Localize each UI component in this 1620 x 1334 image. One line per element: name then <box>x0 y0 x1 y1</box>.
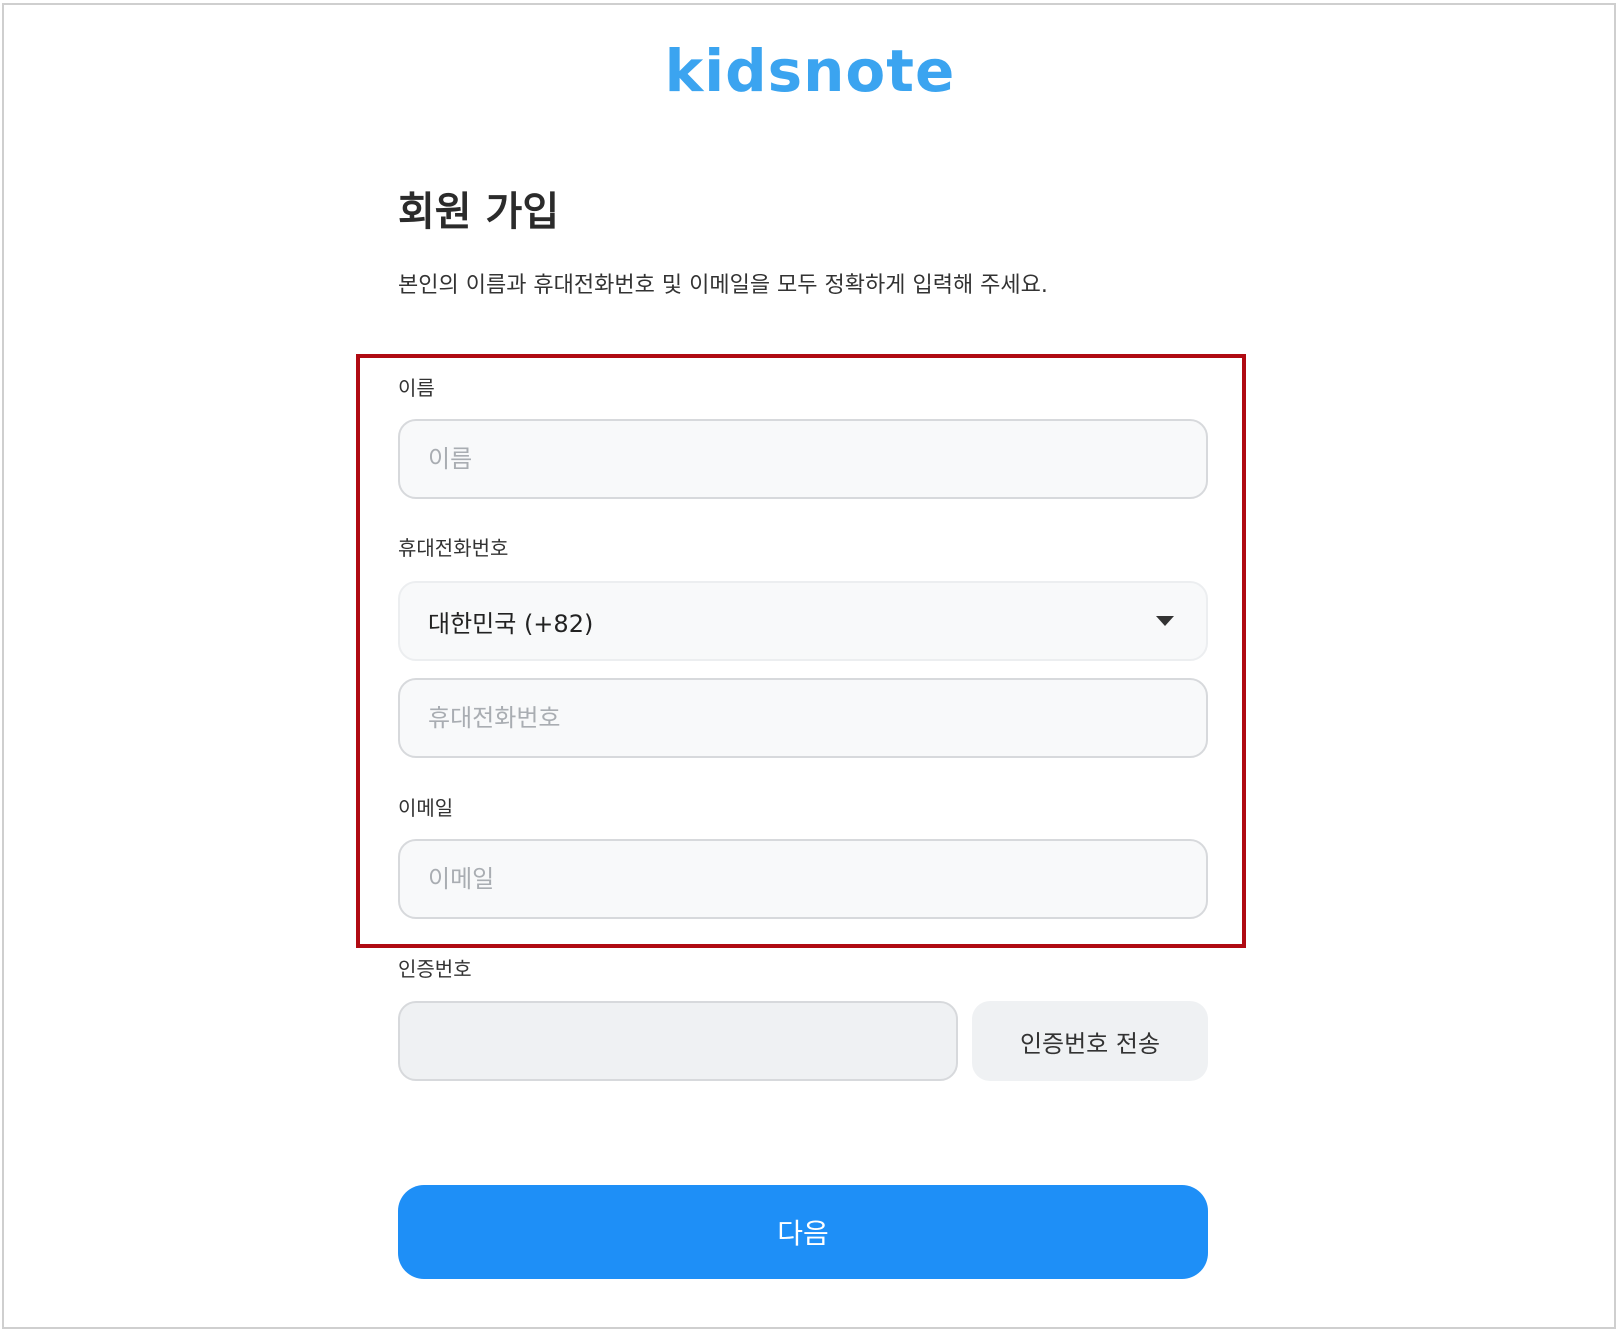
verification-code-input[interactable] <box>398 1001 958 1081</box>
send-verification-button[interactable]: 인증번호 전송 <box>972 1001 1208 1081</box>
page-subtitle: 본인의 이름과 휴대전화번호 및 이메일을 모두 정확하게 입력해 주세요. <box>398 273 1048 298</box>
verification-label: 인증번호 <box>398 957 472 981</box>
phone-input[interactable] <box>398 678 1208 758</box>
page-title: 회원 가입 <box>398 189 560 235</box>
kidsnote-logo: kidsnote <box>664 37 956 105</box>
next-button[interactable]: 다음 <box>398 1185 1208 1279</box>
country-code-value: 대한민국 (+82) <box>428 609 594 638</box>
name-label: 이름 <box>398 376 435 400</box>
country-code-select[interactable]: 대한민국 (+82) <box>398 581 1208 661</box>
name-input[interactable] <box>398 419 1208 499</box>
email-input[interactable] <box>398 839 1208 919</box>
email-label: 이메일 <box>398 796 454 820</box>
phone-label: 휴대전화번호 <box>398 536 509 560</box>
caret-down-icon <box>1156 616 1174 626</box>
